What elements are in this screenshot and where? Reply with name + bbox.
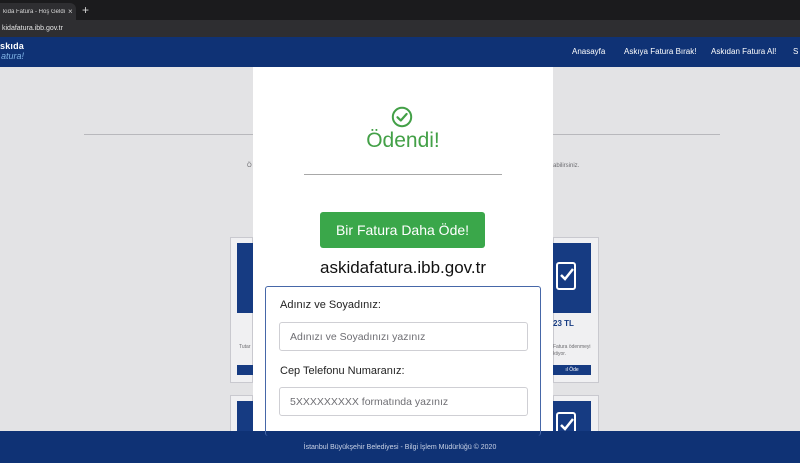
- background-text-left: Ö: [247, 163, 252, 169]
- success-modal: Ödendi! Bir Fatura Daha Öde! askidafatur…: [253, 67, 553, 436]
- check-circle-icon: [391, 106, 413, 128]
- contact-form: Adınız ve Soyadınız: Cep Telefonu Numara…: [265, 286, 541, 436]
- site-page: skıda atura! Anasayfa Askıya Fatura Bıra…: [0, 37, 800, 463]
- name-label: Adınız ve Soyadınız:: [280, 299, 381, 311]
- browser-tab-title: kıda Fatura - Hoş Geldi: [3, 8, 65, 15]
- nav-item-truncated[interactable]: S: [793, 47, 798, 56]
- footer-text: İstanbul Büyükşehir Belediyesi - Bilgi İ…: [303, 444, 497, 451]
- phone-label: Cep Telefonu Numaranız:: [280, 365, 405, 377]
- background-card-right-price: 23 TL: [553, 319, 574, 328]
- nav-askiya-fatura-birak[interactable]: Askıya Fatura Bırak!: [624, 47, 696, 56]
- browser-tab-bar: kıda Fatura - Hoş Geldi × +: [0, 0, 800, 20]
- background-card-right-text1: Fatura ödenmeyi: [553, 344, 591, 350]
- address-bar[interactable]: kidafatura.ibb.gov.tr: [0, 20, 800, 37]
- background-card-right-2-image: [553, 401, 591, 439]
- logo-line-1: skıda: [0, 41, 25, 51]
- site-navbar: skıda atura! Anasayfa Askıya Fatura Bıra…: [0, 37, 800, 67]
- tab-close-icon[interactable]: ×: [68, 7, 73, 16]
- background-card-right-button: ıl Öde: [553, 365, 591, 375]
- nav-anasayfa[interactable]: Anasayfa: [572, 47, 605, 56]
- background-card-left-text: Tutar: [239, 344, 251, 350]
- background-card-left-button: [237, 365, 253, 375]
- screen: kıda Fatura - Hoş Geldi × + kidafatura.i…: [0, 0, 800, 463]
- document-check-icon: [556, 262, 576, 290]
- background-card-right-text2: ktiyor.: [553, 351, 567, 357]
- logo-line-2: atura!: [1, 51, 25, 61]
- address-url[interactable]: kidafatura.ibb.gov.tr: [2, 25, 63, 32]
- payment-status-title: Ödendi!: [366, 129, 440, 152]
- background-card-left-2-image: [237, 401, 253, 433]
- modal-divider: [304, 174, 502, 175]
- name-input[interactable]: [279, 322, 528, 351]
- site-logo[interactable]: skıda atura!: [0, 41, 25, 62]
- site-domain-text: askidafatura.ibb.gov.tr: [320, 258, 486, 277]
- background-card-left-image: [237, 243, 253, 313]
- background-text-right: abilirsiniz.: [553, 163, 580, 169]
- background-card-right-image: [553, 243, 591, 313]
- new-tab-icon[interactable]: +: [82, 3, 89, 17]
- phone-input[interactable]: [279, 387, 528, 416]
- pay-another-bill-button[interactable]: Bir Fatura Daha Öde!: [320, 212, 485, 248]
- browser-tab[interactable]: kıda Fatura - Hoş Geldi ×: [0, 3, 76, 20]
- nav-askidan-fatura-al[interactable]: Askıdan Fatura Al!: [711, 47, 776, 56]
